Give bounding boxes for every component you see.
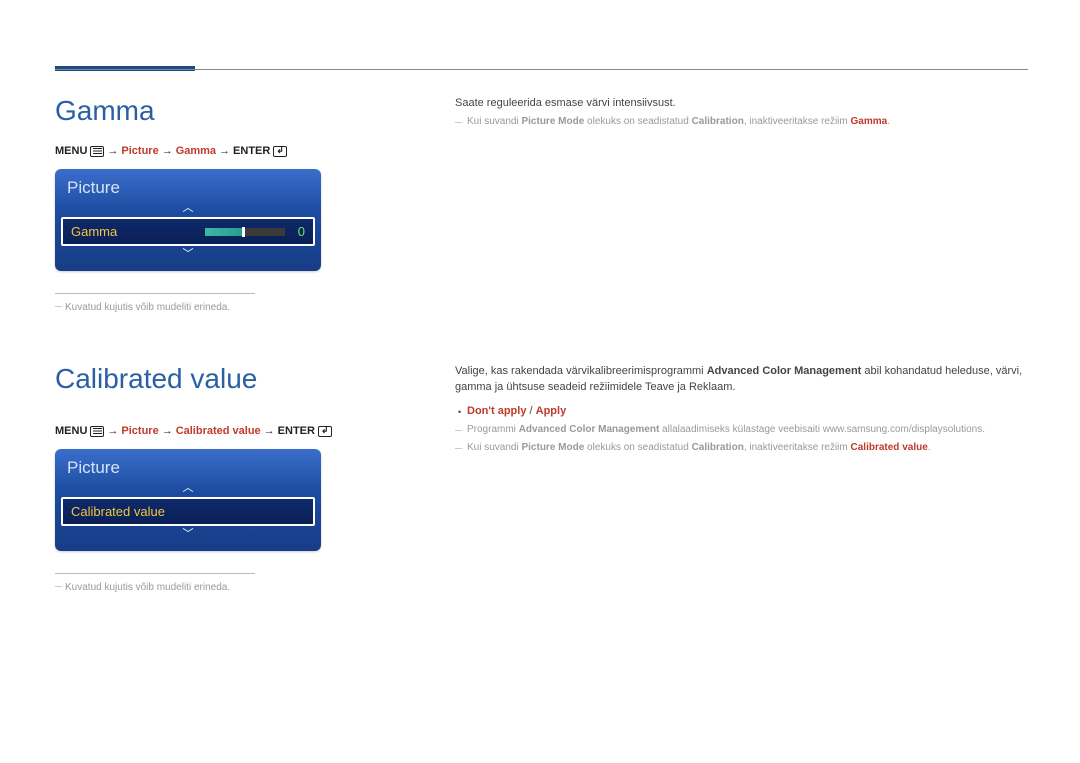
nav-item-picture: Picture bbox=[121, 425, 158, 437]
arrow-icon: → bbox=[162, 145, 173, 157]
arrow-icon: → bbox=[107, 145, 118, 157]
osd-row-label: Calibrated value bbox=[71, 504, 165, 519]
arrow-icon: → bbox=[107, 425, 118, 437]
osd-row-gamma[interactable]: Gamma 0 bbox=[61, 217, 315, 246]
osd-panel-gamma: Picture ︿ Gamma 0 ﹀ bbox=[55, 169, 321, 271]
section-calibrated-value: Calibrated value MENU → Picture → Calibr… bbox=[55, 363, 1028, 593]
osd-header: Picture bbox=[55, 169, 321, 200]
enter-icon bbox=[318, 426, 332, 437]
arrow-icon: → bbox=[162, 425, 173, 437]
osd-slider[interactable] bbox=[205, 228, 285, 236]
right-column-calibrated: Valige, kas rakendada värvikalibreerimis… bbox=[455, 363, 1025, 455]
osd-header: Picture bbox=[55, 449, 321, 480]
page-content: Gamma MENU → Picture → Gamma → ENTER Pic… bbox=[55, 95, 1028, 593]
gamma-intro: Saate reguleerida esmase värvi intensiiv… bbox=[455, 95, 1025, 111]
arrow-icon: → bbox=[219, 145, 230, 157]
enter-icon bbox=[273, 146, 287, 157]
nav-enter-label: ENTER bbox=[233, 145, 270, 157]
option-dont-apply: Don't apply bbox=[467, 405, 526, 417]
osd-slider-thumb[interactable] bbox=[242, 227, 245, 237]
osd-row-calibrated[interactable]: Calibrated value bbox=[61, 497, 315, 526]
nav-menu-label: MENU bbox=[55, 425, 87, 437]
nav-menu-label: MENU bbox=[55, 145, 87, 157]
chevron-down-icon[interactable]: ﹀ bbox=[55, 526, 321, 543]
separator bbox=[55, 573, 255, 574]
footnote-gamma: Kuvatud kujutis võib mudeliti erineda. bbox=[55, 302, 1028, 313]
menu-icon bbox=[90, 146, 104, 157]
separator bbox=[55, 293, 255, 294]
chevron-up-icon[interactable]: ︿ bbox=[55, 480, 321, 497]
right-column-gamma: Saate reguleerida esmase värvi intensiiv… bbox=[455, 95, 1025, 129]
nav-item-calibrated: Calibrated value bbox=[176, 425, 261, 437]
osd-panel-calibrated: Picture ︿ Calibrated value ﹀ bbox=[55, 449, 321, 551]
page-top-rule bbox=[55, 69, 1028, 70]
footnote-calibrated: Kuvatud kujutis võib mudeliti erineda. bbox=[55, 582, 1028, 593]
chevron-up-icon[interactable]: ︿ bbox=[55, 200, 321, 217]
calibrated-intro: Valige, kas rakendada värvikalibreerimis… bbox=[455, 363, 1025, 395]
arrow-icon: → bbox=[264, 425, 275, 437]
osd-slider-fill bbox=[205, 228, 243, 236]
nav-path-gamma: MENU → Picture → Gamma → ENTER bbox=[55, 145, 1028, 157]
gamma-note: Kui suvandi Picture Mode olekuks on sead… bbox=[455, 114, 1025, 129]
osd-row-label: Gamma bbox=[71, 224, 117, 239]
calibrated-note-1: Programmi Advanced Color Management alla… bbox=[455, 422, 1025, 437]
chevron-down-icon[interactable]: ﹀ bbox=[55, 246, 321, 263]
osd-value: 0 bbox=[295, 224, 305, 239]
calibrated-options: Don't apply / Apply bbox=[455, 403, 1025, 419]
nav-enter-label: ENTER bbox=[278, 425, 315, 437]
option-apply: Apply bbox=[536, 405, 567, 417]
nav-item-gamma: Gamma bbox=[176, 145, 216, 157]
nav-item-picture: Picture bbox=[121, 145, 158, 157]
menu-icon bbox=[90, 426, 104, 437]
calibrated-note-2: Kui suvandi Picture Mode olekuks on sead… bbox=[455, 440, 1025, 455]
